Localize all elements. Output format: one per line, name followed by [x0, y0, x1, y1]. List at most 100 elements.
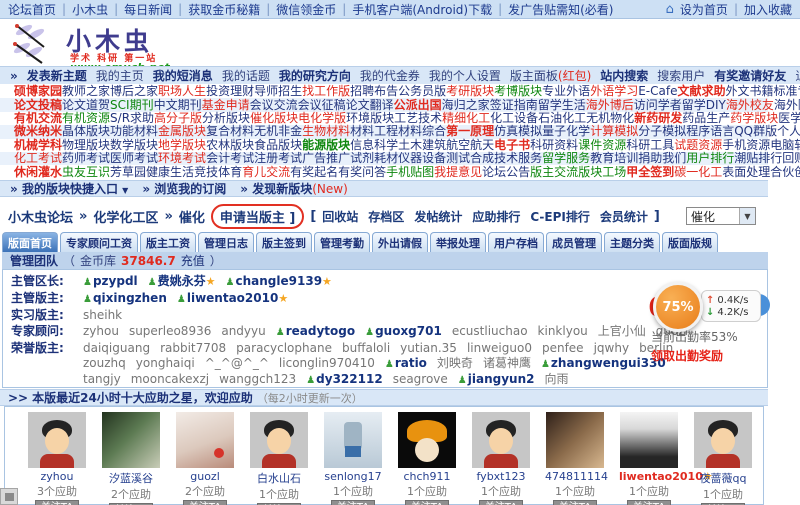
topbar-link[interactable]: 获取金币秘籍	[188, 1, 260, 18]
board-link[interactable]: 能源版块	[302, 138, 350, 152]
board-link[interactable]: 药学版块	[730, 111, 778, 125]
follow-button[interactable]: 关注TA	[330, 500, 376, 505]
board-link[interactable]: 论文道贺	[62, 98, 110, 112]
board-tool-link[interactable]: 存档区	[368, 208, 404, 225]
member-link[interactable]: superleo8936	[129, 324, 211, 340]
member-link[interactable]: jqwhy	[594, 341, 629, 356]
board-link[interactable]: 基金申请	[202, 98, 250, 112]
board-link[interactable]: 科研资料	[530, 138, 578, 152]
member-link[interactable]: 上官小仙	[598, 324, 646, 340]
helper-name-link[interactable]: 白水山石	[249, 470, 309, 486]
helper-name-link[interactable]: 汐蓝溪谷	[101, 470, 161, 486]
member-link[interactable]: ♟guoxg701	[365, 324, 442, 340]
tab-5[interactable]: 版主签到	[256, 232, 312, 252]
board-link[interactable]: 广告推广	[302, 152, 350, 165]
user-action-link[interactable]: 站内搜索	[600, 67, 648, 84]
board-link[interactable]: 试题资源	[674, 138, 722, 152]
user-action-link[interactable]: 有奖邀请好友	[714, 67, 786, 84]
board-link[interactable]: 外语学习	[590, 85, 638, 98]
helper-name-link[interactable]: liwentao2010★	[619, 470, 713, 483]
avatar[interactable]	[546, 412, 604, 468]
board-link[interactable]: 电脑软件	[770, 138, 800, 152]
board-link[interactable]: 芳草园	[110, 165, 146, 179]
topbar-link[interactable]: 发广告贴需知(必看)	[508, 1, 613, 18]
board-link[interactable]: 表面处理	[722, 165, 770, 179]
follow-button[interactable]: 关注TA	[34, 500, 80, 505]
follow-button[interactable]: 关注TA	[404, 500, 450, 505]
member-link[interactable]: ecustliuchao	[452, 324, 528, 340]
member-link[interactable]: ♟jiangyun2	[458, 372, 535, 387]
tab-1[interactable]: 版面首页	[2, 232, 58, 252]
board-jump-select[interactable]: 催化 ▼	[686, 207, 756, 225]
board-link[interactable]: 专业外语	[542, 85, 590, 98]
board-link[interactable]: 手机资源	[722, 138, 770, 152]
board-link[interactable]: 复合材料	[206, 125, 254, 138]
member-link[interactable]: ♟zhangwengui330	[541, 356, 666, 372]
member-link[interactable]: ♟费姚永芬★	[148, 274, 216, 290]
board-link[interactable]: 虫友互识	[62, 165, 110, 179]
avatar[interactable]	[694, 412, 752, 468]
board-link[interactable]: 碳一化工	[674, 165, 722, 179]
avatar[interactable]	[176, 412, 234, 468]
board-link[interactable]: 留学服务	[542, 152, 590, 165]
user-action-link[interactable]: 退出	[795, 67, 800, 84]
member-link[interactable]: rabbit7708	[160, 341, 226, 356]
board-link[interactable]: 潮贴排行	[734, 152, 782, 165]
user-action-link[interactable]: 我的主页	[96, 67, 144, 84]
board-link[interactable]: 材料综合	[398, 125, 446, 138]
member-link[interactable]: ^_^@^_^	[205, 356, 269, 372]
helper-name-link[interactable]: zyhou	[27, 470, 87, 483]
board-link[interactable]: 找工作版	[302, 85, 350, 98]
board-link[interactable]: 医师考试	[110, 152, 158, 165]
breadcrumb-area-link[interactable]: 化学化工区	[93, 207, 158, 226]
board-link[interactable]: 计算模拟	[590, 125, 638, 138]
board-link[interactable]: 用户排行	[686, 152, 734, 165]
member-link[interactable]: liconglin970410	[279, 356, 375, 372]
board-link[interactable]: 会议交流	[250, 98, 298, 112]
member-link[interactable]: buffaloli	[342, 341, 390, 356]
download-progress-circle[interactable]: 75%	[653, 282, 703, 332]
user-action-link[interactable]: 我的话题	[222, 67, 270, 84]
member-link[interactable]: 诸葛神鹰	[483, 356, 531, 372]
avatar[interactable]	[102, 412, 160, 468]
board-link[interactable]: 科研工具	[626, 138, 674, 152]
board-link[interactable]: 海归之家	[442, 98, 490, 112]
board-link[interactable]: 课件资源	[578, 138, 626, 152]
board-link[interactable]: 考研版块	[446, 85, 494, 98]
member-link[interactable]: ♟dy322112	[306, 372, 382, 387]
board-tool-link[interactable]: C-EPI排行	[530, 208, 590, 225]
board-link[interactable]: 签证指南	[490, 98, 538, 112]
board-link[interactable]: 地学版块	[158, 138, 206, 152]
apply-moderator-link-circled[interactable]: 申请当版主 ]	[210, 203, 305, 229]
board-link[interactable]: 手机贴图	[386, 165, 434, 179]
avatar[interactable]	[250, 412, 308, 468]
user-action-link[interactable]: 我的短消息	[153, 67, 213, 84]
board-link[interactable]: 材料工程	[350, 125, 398, 138]
breadcrumb-board-link[interactable]: 催化	[179, 207, 205, 226]
tab-12[interactable]: 版面版规	[662, 232, 718, 252]
board-link[interactable]: 晶体版块	[62, 125, 110, 138]
board-link[interactable]: 论坛公告	[482, 165, 530, 179]
board-link[interactable]: 试剂耗材	[350, 152, 398, 165]
board-link[interactable]: 会议征稿	[298, 98, 346, 112]
board-link[interactable]: 有奖问答	[338, 165, 386, 179]
board-link[interactable]: 量子化学	[542, 125, 590, 138]
board-link[interactable]: 第一原理	[446, 125, 494, 138]
board-link[interactable]: S/R求助	[110, 111, 154, 125]
board-link[interactable]: 海外院所	[774, 98, 800, 112]
board-link[interactable]: 版块工场	[578, 165, 626, 179]
member-link[interactable]: ♟pzypdl	[83, 274, 138, 290]
board-link[interactable]: 海外校友	[726, 98, 774, 112]
board-link[interactable]: 注册考试	[254, 152, 302, 165]
board-link[interactable]: 导师招生	[254, 85, 302, 98]
board-link[interactable]: 版主交流	[530, 165, 578, 179]
tab-11[interactable]: 主题分类	[604, 232, 660, 252]
board-link[interactable]: 中文期刊	[154, 98, 202, 112]
board-link[interactable]: 微米纳米	[14, 125, 62, 138]
tab-9[interactable]: 用户存档	[488, 232, 544, 252]
user-action-link[interactable]: 版主面板(红包)	[510, 67, 591, 84]
member-link[interactable]: wanggch123	[219, 372, 296, 387]
topbar-link[interactable]: 论坛首页	[8, 1, 56, 18]
board-link[interactable]: 留学生活	[538, 98, 586, 112]
board-link[interactable]: 新药研发	[634, 111, 682, 125]
